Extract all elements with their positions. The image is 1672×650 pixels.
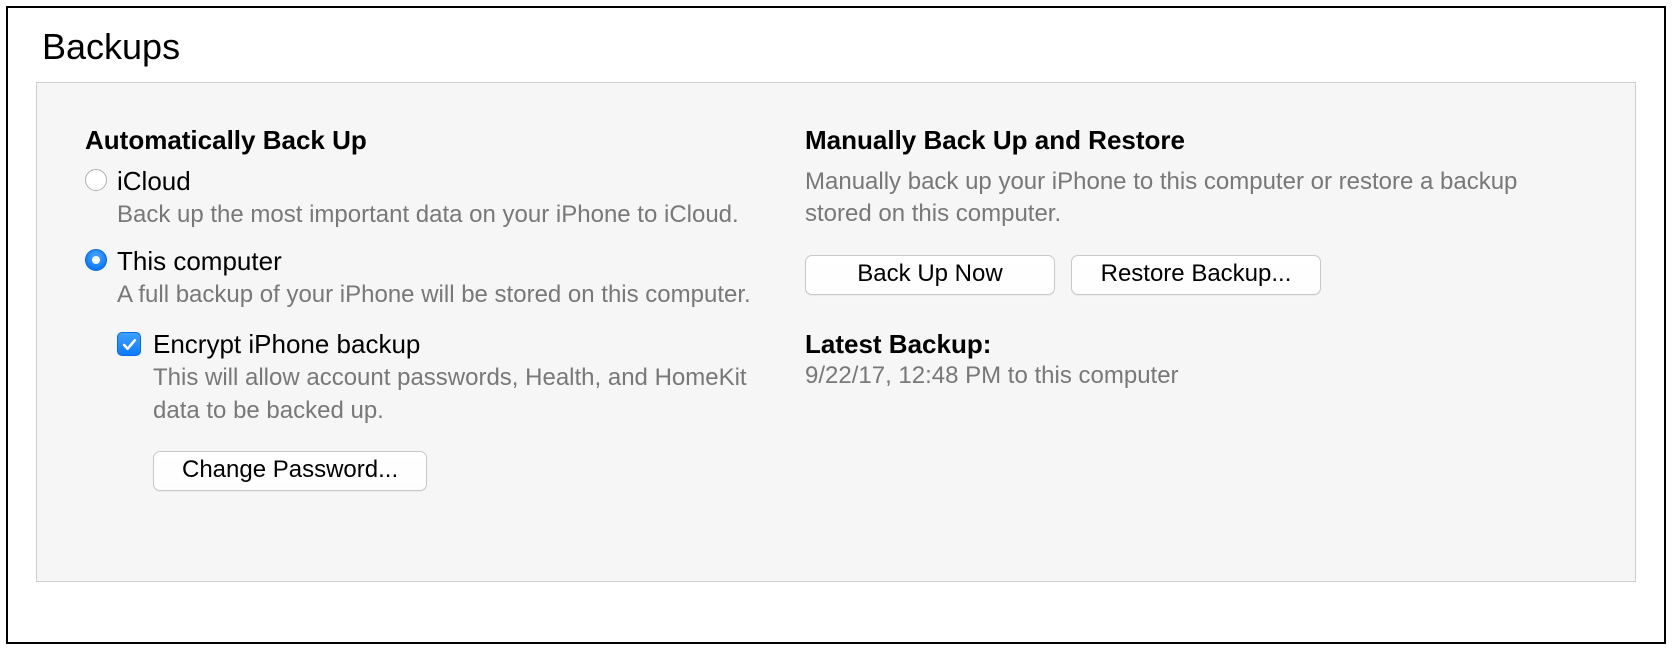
- radio-icloud-indicator: [85, 169, 107, 191]
- radio-icloud-content: iCloud Back up the most important data o…: [117, 166, 785, 232]
- automatic-backup-column: Automatically Back Up iCloud Back up the…: [85, 125, 805, 551]
- backups-panel: Automatically Back Up iCloud Back up the…: [36, 82, 1636, 582]
- latest-backup-value: 9/22/17, 12:48 PM to this computer: [805, 362, 1587, 390]
- radio-this-computer-content: This computer A full backup of your iPho…: [117, 246, 785, 312]
- auto-backup-heading: Automatically Back Up: [85, 125, 785, 156]
- encrypt-backup-checkbox[interactable]: Encrypt iPhone backup This will allow ac…: [117, 329, 785, 427]
- radio-this-computer-desc: A full backup of your iPhone will be sto…: [117, 279, 785, 311]
- latest-backup-heading: Latest Backup:: [805, 329, 1587, 360]
- manual-backup-column: Manually Back Up and Restore Manually ba…: [805, 125, 1587, 551]
- manual-backup-desc: Manually back up your iPhone to this com…: [805, 166, 1587, 231]
- change-password-wrap: Change Password...: [153, 451, 785, 491]
- section-title: Backups: [42, 26, 1636, 68]
- backups-frame: Backups Automatically Back Up iCloud Bac…: [6, 6, 1666, 644]
- radio-this-computer-indicator: [85, 249, 107, 271]
- encrypt-checkbox-label: Encrypt iPhone backup: [153, 329, 785, 360]
- manual-button-row: Back Up Now Restore Backup...: [805, 255, 1587, 295]
- encrypt-checkbox-indicator: [117, 332, 141, 356]
- change-password-button[interactable]: Change Password...: [153, 451, 427, 491]
- manual-backup-heading: Manually Back Up and Restore: [805, 125, 1587, 156]
- radio-selected-dot-icon: [92, 256, 100, 264]
- radio-this-computer-label: This computer: [117, 246, 785, 277]
- encrypt-checkbox-content: Encrypt iPhone backup This will allow ac…: [153, 329, 785, 427]
- backup-now-button[interactable]: Back Up Now: [805, 255, 1055, 295]
- radio-icloud[interactable]: iCloud Back up the most important data o…: [85, 166, 785, 232]
- checkmark-icon: [121, 336, 138, 353]
- encrypt-checkbox-desc: This will allow account passwords, Healt…: [153, 362, 785, 427]
- radio-icloud-label: iCloud: [117, 166, 785, 197]
- radio-icloud-desc: Back up the most important data on your …: [117, 199, 785, 231]
- radio-this-computer[interactable]: This computer A full backup of your iPho…: [85, 246, 785, 312]
- restore-backup-button[interactable]: Restore Backup...: [1071, 255, 1321, 295]
